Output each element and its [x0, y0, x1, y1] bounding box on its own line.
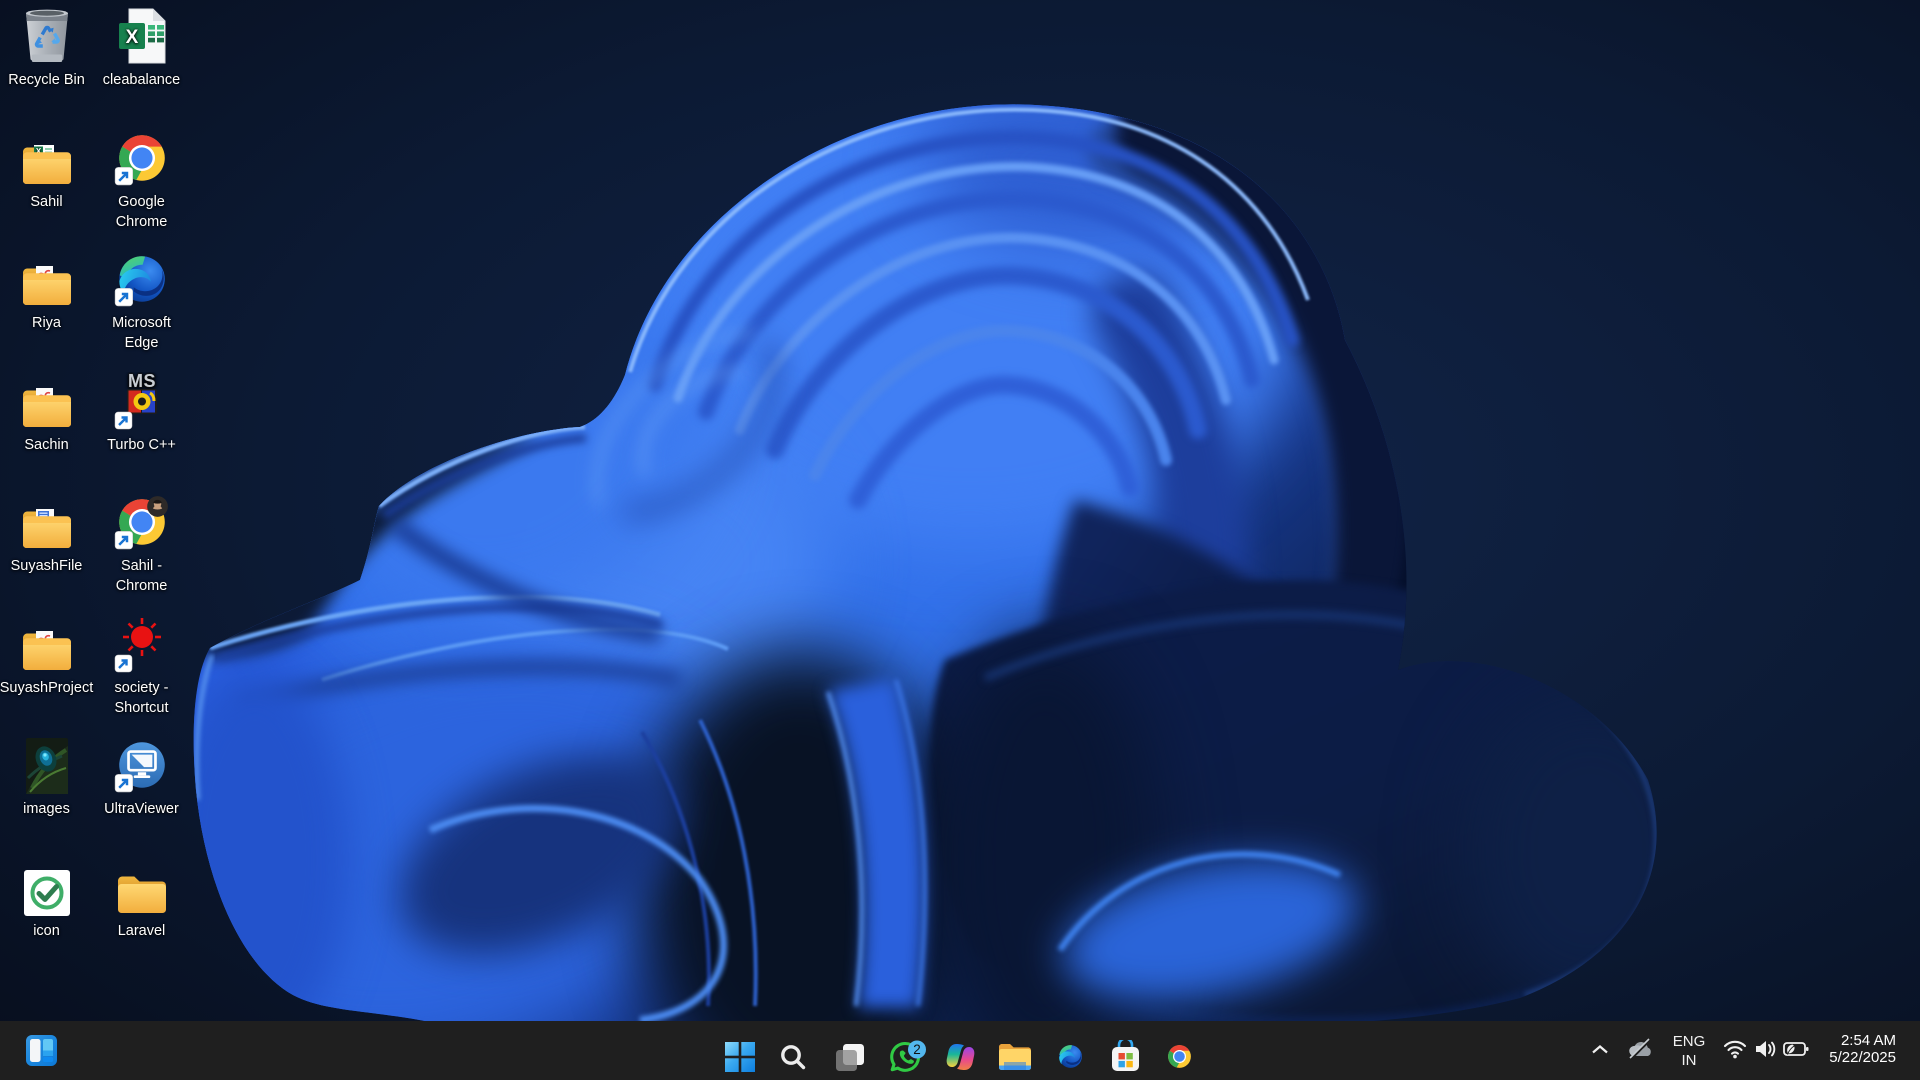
svg-text:MS: MS: [128, 372, 156, 391]
svg-text:X: X: [125, 27, 138, 48]
